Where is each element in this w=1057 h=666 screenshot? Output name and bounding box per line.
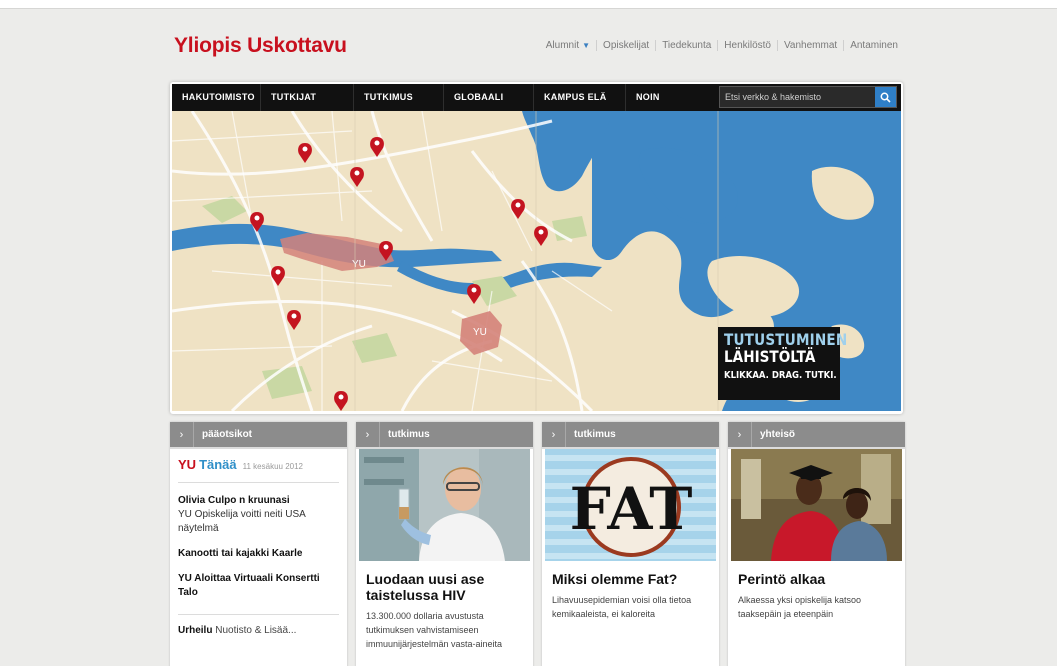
card-header[interactable]: › tutkimus — [356, 422, 533, 449]
chevron-right-icon: › — [356, 422, 380, 447]
explore-neighborhood-promo[interactable]: TUTUSTUMINEN LÄHISTÖLTÄ KLIKKAA. DRAG. T… — [718, 327, 848, 400]
sports-label: Urheilu — [178, 625, 213, 636]
nav-kampus-ela[interactable]: KAMPUS ELÄ — [534, 84, 626, 111]
fat-illustration-image[interactable]: FAT — [545, 449, 716, 561]
card-header-title: pääotsikot — [202, 429, 253, 440]
chevron-right-icon: › — [542, 422, 566, 447]
news-card: › pääotsikot YU Tänää 11 kesäkuu 2012 Ol… — [170, 422, 347, 666]
card-description: 13.300.000 dollaria avustusta tutkimukse… — [366, 611, 503, 649]
browser-top-strip — [0, 0, 1057, 9]
campus-label: YU — [352, 259, 366, 270]
community-card[interactable]: › yhteisö Perintö alkaa Alkaessa yksi op… — [728, 422, 905, 666]
news-item[interactable]: YU Aloittaa Virtuaali Konsertti Talo — [178, 572, 339, 600]
search-input[interactable] — [720, 87, 875, 107]
divider — [178, 614, 339, 615]
news-item-text: YU Opiskelija voitti neiti USA näytelmä — [178, 509, 306, 534]
campus-label: YU — [473, 327, 487, 338]
research-card-hiv[interactable]: › tutkimus Luodaan uusi ase taistelussa … — [356, 422, 533, 666]
chevron-right-icon: › — [728, 422, 752, 447]
research-card-fat[interactable]: › tutkimus FAT Miksi olemme Fat? Lihavuu… — [542, 422, 719, 666]
promo-line-2: LÄHISTÖLTÄ — [724, 347, 816, 366]
brand-today: Tänää — [199, 457, 237, 472]
nav-hakutoimisto[interactable]: HAKUTOIMISTO — [172, 84, 261, 111]
util-nav-tiedekunta[interactable]: Tiedekunta — [655, 40, 717, 51]
card-header-title: tutkimus — [574, 429, 616, 440]
card-header[interactable]: › pääotsikot — [170, 422, 347, 449]
researcher-lab-image[interactable] — [359, 449, 530, 561]
news-item[interactable]: Olivia Culpo n kruunasi YU Opiskelija vo… — [178, 494, 339, 536]
search-button[interactable] — [875, 87, 896, 107]
nav-globaali[interactable]: GLOBAALI — [444, 84, 534, 111]
yu-today-brand[interactable]: YU Tänää 11 kesäkuu 2012 — [178, 457, 339, 483]
util-nav-alumnit[interactable]: Alumnit ▼ — [540, 40, 596, 51]
util-nav-vanhemmat[interactable]: Vanhemmat — [777, 40, 843, 51]
news-item-title: YU Aloittaa Virtuaali Konsertti Talo — [178, 573, 320, 598]
site-logo[interactable]: Yliopis Uskottavu — [174, 34, 347, 58]
card-headline[interactable]: Miksi olemme Fat? — [542, 561, 719, 587]
news-item[interactable]: Kanootti tai kajakki Kaarle — [178, 547, 339, 561]
chevron-right-icon: › — [170, 422, 194, 447]
card-header-title: yhteisö — [760, 429, 796, 440]
sports-more-text: Nuotisto & Lisää... — [215, 625, 297, 636]
news-date: 11 kesäkuu 2012 — [242, 462, 303, 471]
search-icon — [880, 92, 891, 103]
nav-tutkimus[interactable]: TUTKIMUS — [354, 84, 444, 111]
card-header-title: tutkimus — [388, 429, 430, 440]
news-item-title: Olivia Culpo n kruunasi — [178, 495, 290, 506]
brand-yu: YU — [178, 457, 197, 472]
card-description: Alkaessa yksi opiskelija katsoo taaksepä… — [738, 595, 862, 619]
utility-nav: Alumnit ▼ Opiskelijat Tiedekunta Henkilös… — [540, 40, 904, 51]
promo-line-1: TUTUSTUMINEN — [724, 330, 848, 349]
promo-line-3: KLIKKAA. DRAG. TUTKI. — [724, 370, 837, 381]
util-nav-antaminen[interactable]: Antaminen — [843, 40, 904, 51]
sports-link[interactable]: Urheilu Nuotisto & Lisää... — [178, 625, 339, 636]
graduation-image[interactable] — [731, 449, 902, 561]
nav-noin[interactable]: NOIN — [626, 84, 712, 111]
card-header[interactable]: › tutkimus — [542, 422, 719, 449]
util-nav-opiskelijat[interactable]: Opiskelijat — [596, 40, 655, 51]
card-headline[interactable]: Perintö alkaa — [728, 561, 905, 587]
nav-tutkijat[interactable]: TUTKIJAT — [261, 84, 354, 111]
news-item-title: Kanootti tai kajakki Kaarle — [178, 548, 303, 559]
util-nav-label: Alumnit — [545, 40, 580, 51]
fat-image-text: FAT — [570, 475, 693, 543]
card-headline[interactable]: Luodaan uusi ase taistelussa HIV — [356, 561, 533, 603]
util-nav-henkilosto[interactable]: Henkilöstö — [717, 40, 777, 51]
chevron-down-icon: ▼ — [582, 41, 591, 50]
search-box — [719, 86, 897, 108]
card-header[interactable]: › yhteisö — [728, 422, 905, 449]
card-description: Lihavuusepidemian voisi olla tietoa kemi… — [552, 595, 692, 619]
